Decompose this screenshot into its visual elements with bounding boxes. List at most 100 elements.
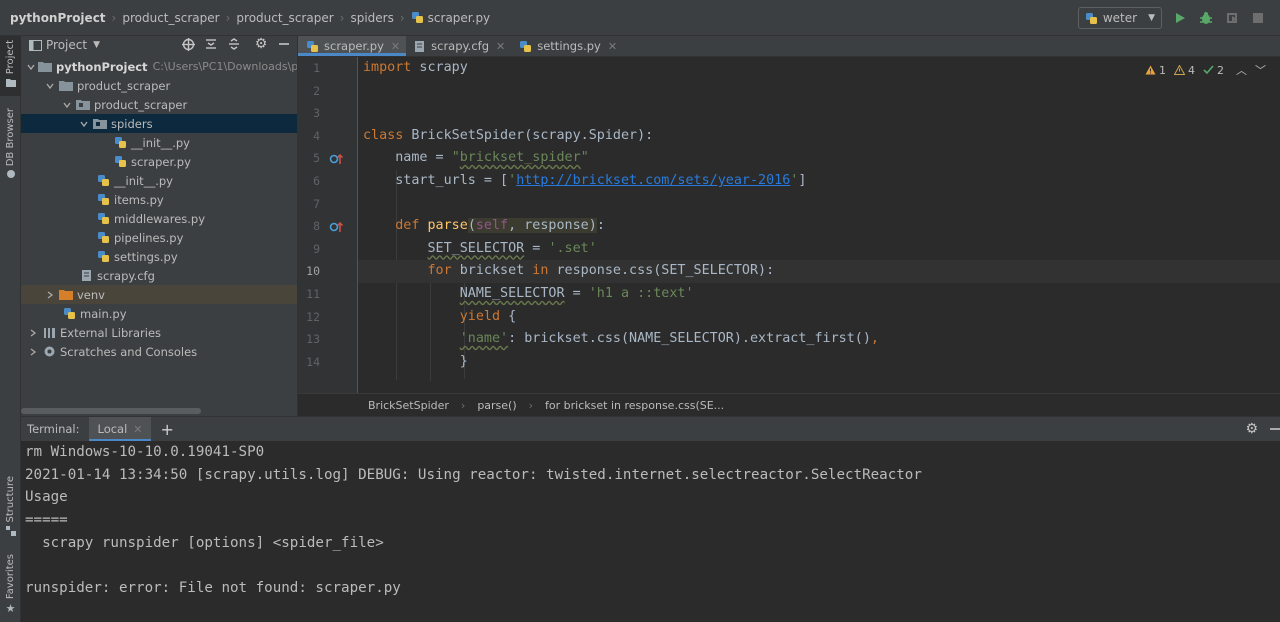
close-icon[interactable]: ✕ (133, 423, 142, 436)
horizontal-scrollbar[interactable] (21, 408, 201, 414)
python-file-icon (96, 174, 110, 188)
close-icon[interactable]: ✕ (496, 40, 505, 53)
tree-item-label: venv (77, 287, 105, 302)
run-config-select[interactable]: weter ▼ (1077, 7, 1162, 29)
project-panel-title[interactable]: Project (46, 38, 87, 52)
collapse-all-button[interactable] (227, 37, 241, 51)
breadcrumb-class[interactable]: BrickSetSpider (368, 399, 449, 412)
tab-scrapy-cfg[interactable]: scrapy.cfg ✕ (406, 36, 511, 56)
tree-item-product-scraper-package[interactable]: product_scraper (21, 95, 297, 114)
chevron-down-icon[interactable]: ﹀ (1255, 62, 1266, 78)
chevron-right-icon[interactable] (44, 289, 56, 301)
stop-button[interactable] (1250, 10, 1266, 26)
code-editor[interactable]: import scrapy class BrickSetSpider(scrap… (358, 57, 1280, 393)
breadcrumb-loop[interactable]: for brickset in response.css(SE... (545, 399, 724, 412)
crumb-product-scraper[interactable]: product_scraper (122, 11, 219, 25)
tree-item-label: middlewares.py (114, 211, 206, 226)
tree-item-scrapy-cfg[interactable]: scrapy.cfg (21, 266, 297, 285)
crumb-file[interactable]: scraper.py (411, 11, 490, 25)
close-icon[interactable]: ✕ (391, 40, 400, 53)
code-link[interactable]: http://brickset.com/sets/year-2016 (516, 173, 790, 188)
code-token: response.css(SET_SELECTOR): (548, 263, 775, 279)
python-file-icon (62, 307, 76, 321)
crumb-project[interactable]: pythonProject (10, 11, 106, 25)
line-number: 8 (313, 219, 320, 234)
project-tool-tab[interactable]: Project (0, 36, 21, 96)
chevron-down-icon[interactable] (27, 61, 35, 73)
code-token: (scrapy.Spider): (524, 127, 654, 143)
warnings-count[interactable]: 1 (1145, 64, 1166, 77)
tree-item-pipelines-py[interactable]: pipelines.py (21, 228, 297, 247)
config-file-icon (79, 269, 93, 283)
terminal-tab-label: Local (97, 422, 128, 436)
tree-item-middlewares-py[interactable]: middlewares.py (21, 209, 297, 228)
tree-item-python-project[interactable]: pythonProject C:\Users\PC1\Downloads\par… (21, 57, 297, 76)
code-token: " (451, 150, 460, 166)
settings-button[interactable]: ⚙ (254, 36, 268, 52)
favorites-label: Favorites (5, 554, 16, 600)
terminal-output[interactable]: rm Windows-10-10.0.19041-SP0 2021-01-14 … (21, 441, 1280, 622)
tree-item-scraper-py[interactable]: scraper.py (21, 152, 297, 171)
warning-icon (1145, 65, 1156, 75)
db-browser-tool-tab[interactable]: DB Browser (0, 108, 21, 188)
structure-label: Structure (5, 476, 16, 523)
inspection-widget[interactable]: 1 4 2 ︿ ﹀ (1145, 62, 1266, 78)
chevron-down-icon[interactable] (61, 99, 73, 111)
chevron-down-icon[interactable] (78, 118, 90, 130)
library-icon (42, 326, 56, 340)
chevron-right-icon[interactable] (27, 327, 39, 339)
close-icon[interactable]: ✕ (608, 40, 617, 53)
hide-panel-button[interactable] (277, 37, 291, 51)
breadcrumb-function[interactable]: parse() (477, 399, 516, 412)
weak-warnings-count[interactable]: 4 (1174, 64, 1195, 77)
code-token: in (524, 263, 549, 279)
tree-item-scratches-consoles[interactable]: Scratches and Consoles (21, 342, 297, 361)
structure-tool-tab[interactable]: Structure (0, 476, 21, 536)
coverage-button[interactable] (1224, 10, 1240, 26)
override-marker-icon[interactable] (329, 221, 343, 233)
editor-gutter[interactable]: 1 2 3 4 5 6 7 8 9 10 11 12 13 14 (298, 57, 358, 393)
tab-settings-py[interactable]: settings.py ✕ (511, 36, 623, 56)
chevron-down-icon[interactable] (44, 80, 56, 92)
crumb-product-scraper-inner[interactable]: product_scraper (236, 11, 333, 25)
tree-item-venv[interactable]: venv (21, 285, 297, 304)
chevron-up-icon[interactable]: ︿ (1236, 62, 1247, 78)
terminal-line: scrapy runspider [options] <spider_file> (25, 534, 384, 551)
override-marker-icon[interactable] (329, 153, 343, 165)
chevron-right-icon[interactable] (27, 346, 39, 358)
project-panel-header: Project ▼ ⚙ (21, 36, 297, 54)
line-number: 5 (313, 151, 320, 166)
tree-item-main-py[interactable]: main.py (21, 304, 297, 323)
gear-icon[interactable]: ⚙ (1245, 421, 1258, 437)
minimize-icon[interactable] (1268, 423, 1280, 435)
tree-item-spiders[interactable]: spiders (21, 114, 297, 133)
code-token: name = (363, 150, 452, 166)
tree-item-product-scraper[interactable]: product_scraper (21, 76, 297, 95)
code-token: , response) (508, 218, 597, 234)
line-number: 1 (313, 61, 320, 75)
debug-button[interactable] (1198, 10, 1214, 26)
folder-icon (59, 79, 73, 93)
tree-item-package-init[interactable]: __init__.py (21, 171, 297, 190)
tree-item-settings-py[interactable]: settings.py (21, 247, 297, 266)
caret-down-icon: ▼ (1148, 13, 1155, 23)
typos-count[interactable]: 2 (1203, 64, 1224, 77)
locate-file-button[interactable] (181, 37, 195, 51)
tree-item-external-libraries[interactable]: External Libraries (21, 323, 297, 342)
project-tool-label: Project (5, 40, 16, 75)
new-terminal-button[interactable]: + (161, 420, 174, 439)
line-number: 7 (313, 196, 320, 211)
crumb-spiders[interactable]: spiders (350, 11, 393, 25)
terminal-tab-local[interactable]: Local ✕ (89, 416, 151, 442)
favorites-tool-tab[interactable]: Favorites ★ (0, 554, 21, 618)
python-file-icon (96, 212, 110, 226)
run-button[interactable] (1172, 10, 1188, 26)
tree-item-spiders-init[interactable]: __init__.py (21, 133, 297, 152)
caret-down-icon[interactable]: ▼ (93, 40, 100, 50)
tab-scraper-py[interactable]: scraper.py ✕ (298, 36, 407, 56)
expand-all-button[interactable] (204, 37, 218, 51)
python-file-icon (520, 40, 532, 52)
star-icon: ★ (5, 602, 16, 616)
tree-item-items-py[interactable]: items.py (21, 190, 297, 209)
